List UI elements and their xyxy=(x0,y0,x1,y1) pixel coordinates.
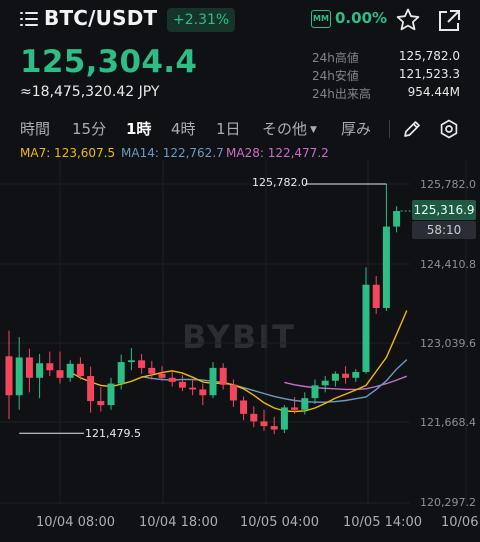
gear-icon[interactable] xyxy=(438,118,460,140)
candle-body xyxy=(97,401,105,406)
ma7-legend: MA7: 123,607.5 xyxy=(20,146,116,160)
candle-body xyxy=(46,363,54,371)
tab-more-label: その他 xyxy=(262,120,308,138)
candle-body xyxy=(382,226,390,308)
last-price: 125,304.4 xyxy=(20,44,198,80)
candle-body xyxy=(178,381,186,388)
menu-icon[interactable] xyxy=(20,11,38,27)
stat-volume-label: 24h出来高 xyxy=(312,87,371,101)
candle-body xyxy=(199,389,207,396)
x-tick-3: 10/05 04:00 xyxy=(240,515,320,530)
candle-body xyxy=(36,363,44,378)
candle-body xyxy=(117,362,125,384)
tab-time[interactable]: 時間 xyxy=(20,118,50,139)
candle-body xyxy=(66,363,74,378)
candle-body xyxy=(56,370,64,378)
candle-body xyxy=(138,360,146,368)
candle-body xyxy=(107,383,115,406)
candle-body xyxy=(229,384,237,401)
tab-4h[interactable]: 4時 xyxy=(171,118,196,139)
y-tick-5: 120,297.2 xyxy=(420,496,476,509)
candle-body xyxy=(372,284,380,308)
y-tick-3: 123,039.6 xyxy=(420,337,476,350)
x-tick-1: 10/04 08:00 xyxy=(36,515,116,530)
change-badge: +2.31% xyxy=(167,8,236,32)
candle-body xyxy=(76,363,84,377)
tab-depth[interactable]: 厚み xyxy=(341,118,371,139)
tab-1h[interactable]: 1時 xyxy=(126,118,151,139)
ma14-legend: MA14: 122,762.7 xyxy=(121,146,224,160)
candle-body xyxy=(311,385,319,399)
candle-body xyxy=(209,367,217,396)
tab-divider xyxy=(389,120,390,138)
candle-body xyxy=(148,367,156,374)
candle-body xyxy=(250,413,258,422)
candle-body xyxy=(219,367,227,385)
caret-down-icon: ▼ xyxy=(310,125,317,135)
candle-body xyxy=(158,373,166,378)
tab-15m[interactable]: 15分 xyxy=(72,118,106,139)
candle-body xyxy=(260,421,268,427)
candle-body xyxy=(301,398,309,410)
price-jpy: ≈18,475,320.42 JPY xyxy=(20,84,160,100)
candle-body xyxy=(342,373,350,378)
candle-body xyxy=(25,357,33,378)
x-tick-4: 10/05 14:00 xyxy=(343,515,423,530)
stat-high-label: 24h高値 xyxy=(312,51,359,65)
candle-body xyxy=(331,373,339,381)
candle-body xyxy=(362,284,370,372)
candle-body xyxy=(168,377,176,382)
high-marker-label: 125,782.0 xyxy=(252,176,308,189)
tab-1d[interactable]: 1日 xyxy=(216,118,241,139)
x-tick-2: 10/04 18:00 xyxy=(139,515,219,530)
mm-value[interactable]: 0.00% xyxy=(335,9,387,27)
low-marker-label: 121,479.5 xyxy=(85,427,141,440)
candle-body xyxy=(352,371,360,378)
candle-body xyxy=(321,380,329,386)
candle-body xyxy=(5,356,13,396)
pencil-icon[interactable] xyxy=(401,118,423,140)
mm-badge[interactable]: MM xyxy=(311,10,331,28)
candlestick-chart[interactable] xyxy=(0,160,480,515)
stat-low-label: 24h安値 xyxy=(312,69,359,83)
candle-body xyxy=(15,357,23,396)
candle-body xyxy=(280,407,288,430)
ma28-legend: MA28: 122,477.2 xyxy=(226,146,329,160)
candle-countdown: 58:10 xyxy=(412,221,476,239)
y-tick-1: 125,782.0 xyxy=(420,178,476,191)
tab-more[interactable]: その他 ▼ xyxy=(262,118,317,139)
trading-pair[interactable]: BTC/USDT xyxy=(44,6,157,30)
candle-body xyxy=(270,426,278,430)
candle-body xyxy=(127,360,135,363)
y-tick-2: 124,410.8 xyxy=(420,258,476,271)
candle-body xyxy=(393,211,401,227)
last-price-tag: 125,316.9 xyxy=(412,200,476,220)
star-icon[interactable] xyxy=(395,7,421,33)
candle-body xyxy=(189,387,197,390)
candle-body xyxy=(291,407,299,410)
share-icon[interactable] xyxy=(436,8,462,34)
stat-high-value: 125,782.0 xyxy=(398,49,460,63)
stat-low-value: 121,523.3 xyxy=(398,67,460,81)
candle-body xyxy=(240,400,248,414)
ma7-line xyxy=(69,310,408,413)
candle-body xyxy=(87,376,95,402)
x-tick-5: 10/06 xyxy=(441,515,479,530)
y-tick-4: 121,668.4 xyxy=(420,416,476,429)
stat-volume-value: 954.44M xyxy=(407,85,460,99)
